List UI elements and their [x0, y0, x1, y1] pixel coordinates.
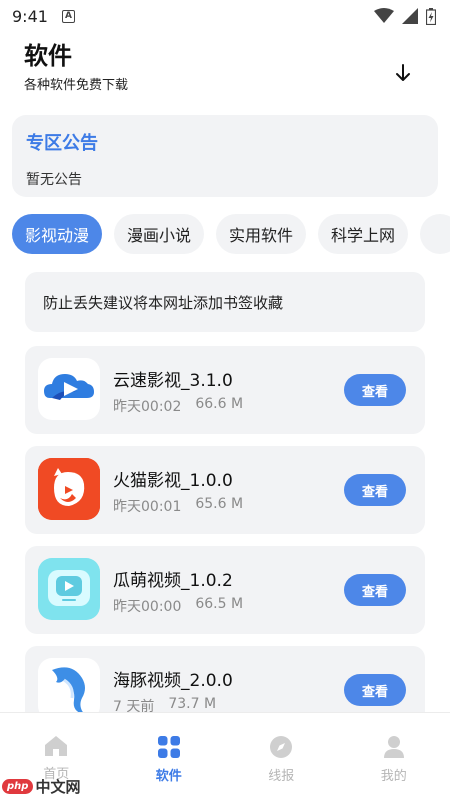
watermark-text: 中文网: [35, 778, 81, 796]
app-name: 云速影视_3.1.0: [113, 371, 233, 391]
download-icon: [396, 64, 410, 81]
view-button[interactable]: 查看: [344, 674, 406, 706]
announcement-title: 专区公告: [26, 133, 98, 154]
status-time: 9:41: [12, 6, 48, 26]
app-time: 昨天00:02: [113, 399, 182, 415]
watermark: php 中文网: [2, 776, 80, 797]
tab-comic-novel[interactable]: 漫画小说: [114, 214, 205, 254]
battery-icon: [426, 7, 436, 25]
app-size: 65.6 M: [195, 496, 244, 512]
signal-icon: [402, 8, 418, 24]
app-meta: 昨天00:02 66.6 M: [113, 396, 243, 416]
cloud-play-icon: [38, 358, 100, 420]
app-card[interactable]: 云速影视_3.1.0 昨天00:02 66.6 M 查看: [25, 346, 425, 434]
user-icon: [383, 736, 404, 758]
nav-item-software[interactable]: 软件: [113, 713, 226, 801]
download-button[interactable]: [390, 60, 416, 86]
nav-item-deals[interactable]: 线报: [225, 713, 338, 801]
page-header: 软件 各种软件免费下载: [24, 40, 424, 96]
nav-label: 线报: [268, 769, 295, 784]
tv-play-icon: [38, 558, 100, 620]
nav-label: 软件: [155, 769, 182, 784]
app-size: 66.6 M: [195, 396, 244, 412]
app-meta: 昨天00:00 66.5 M: [113, 596, 243, 616]
tab-utility-software[interactable]: 实用软件: [216, 214, 307, 254]
fire-cat-icon: [38, 458, 100, 520]
dolphin-icon: [38, 658, 100, 720]
grid-icon: [157, 736, 180, 758]
app-card[interactable]: 瓜萌视频_1.0.2 昨天00:00 66.5 M 查看: [25, 546, 425, 634]
nav-label: 我的: [380, 769, 407, 784]
app-name: 海豚视频_2.0.0: [113, 671, 233, 691]
app-name: 瓜萌视频_1.0.2: [113, 571, 233, 591]
status-icons: [374, 7, 436, 25]
view-button[interactable]: 查看: [344, 474, 406, 506]
wifi-icon: [374, 8, 394, 23]
announcement-card: 专区公告 暂无公告: [12, 115, 438, 197]
app-name: 火猫影视_1.0.0: [113, 471, 233, 491]
status-bar: 9:41 A: [0, 0, 450, 32]
a-icon: A: [61, 9, 75, 23]
bookmark-tip: 防止丢失建议将本网址添加书签收藏: [25, 272, 425, 332]
app-time: 昨天00:00: [113, 599, 182, 615]
app-size: 66.5 M: [195, 596, 244, 612]
page-title: 软件: [24, 42, 72, 70]
app-card[interactable]: 火猫影视_1.0.0 昨天00:01 65.6 M 查看: [25, 446, 425, 534]
watermark-badge: php: [2, 779, 34, 794]
tab-more[interactable]: [420, 214, 450, 254]
view-button[interactable]: 查看: [344, 374, 406, 406]
announcement-text: 暂无公告: [26, 172, 82, 188]
home-icon: [45, 736, 68, 756]
tab-film-anime[interactable]: 影视动漫: [12, 214, 103, 254]
app-meta: 昨天00:01 65.6 M: [113, 496, 243, 516]
nav-item-profile[interactable]: 我的: [338, 713, 450, 801]
app-time: 昨天00:01: [113, 499, 182, 515]
category-tabs: 影视动漫 漫画小说 实用软件 科学上网: [12, 214, 450, 256]
page-subtitle: 各种软件免费下载: [24, 78, 129, 93]
tab-vpn[interactable]: 科学上网: [318, 214, 409, 254]
compass-icon: [270, 736, 293, 758]
view-button[interactable]: 查看: [344, 574, 406, 606]
